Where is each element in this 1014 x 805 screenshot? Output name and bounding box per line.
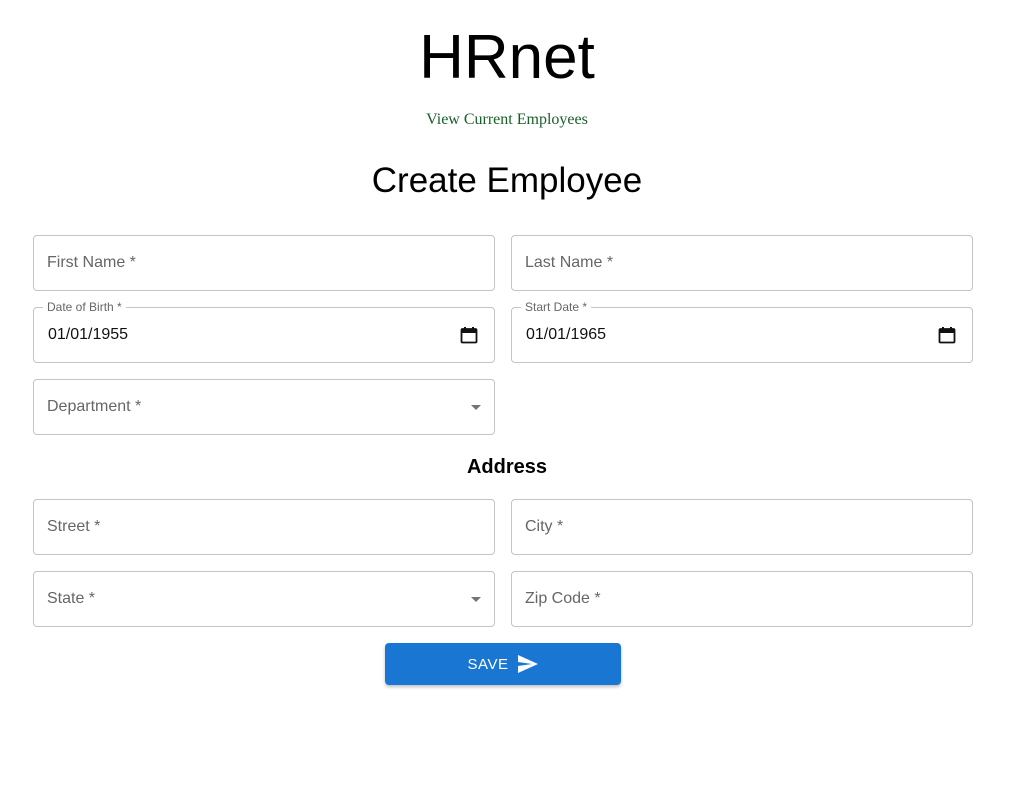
street-placeholder: Street *	[47, 518, 101, 535]
start-date-label: Start Date *	[521, 300, 592, 314]
dropdown-arrow-icon	[471, 597, 481, 602]
start-date-value: 01/01/1965	[526, 326, 607, 343]
app-title: HRnet	[419, 23, 595, 92]
view-employees-link-wrapper: View Current Employees	[0, 110, 1014, 130]
state-select[interactable]: State *	[33, 571, 495, 627]
page-title: Create Employee	[371, 161, 643, 200]
date-of-birth-value: 01/01/1955	[48, 326, 129, 343]
dropdown-arrow-icon	[471, 405, 481, 410]
address-section-title: Address	[466, 456, 548, 478]
city-placeholder: City *	[525, 518, 564, 535]
first-name-placeholder: First Name *	[47, 254, 136, 271]
first-name-field[interactable]: First Name *	[33, 235, 495, 291]
zip-code-placeholder: Zip Code *	[525, 590, 601, 607]
calendar-icon[interactable]	[938, 326, 956, 344]
date-of-birth-field[interactable]: Date of Birth * 01/01/1955	[33, 300, 495, 363]
date-of-birth-label: Date of Birth *	[43, 300, 126, 314]
view-employees-link[interactable]: View Current Employees	[426, 111, 588, 128]
city-field[interactable]: City *	[511, 499, 973, 555]
calendar-icon[interactable]	[460, 326, 478, 344]
zip-code-field[interactable]: Zip Code *	[511, 571, 973, 627]
department-placeholder: Department *	[47, 398, 142, 415]
last-name-placeholder: Last Name *	[525, 254, 614, 271]
save-button-label: SAVE	[467, 655, 509, 673]
last-name-field[interactable]: Last Name *	[511, 235, 973, 291]
start-date-field[interactable]: Start Date * 01/01/1965	[511, 300, 973, 363]
department-select[interactable]: Department *	[33, 379, 495, 435]
save-button[interactable]: SAVE	[385, 643, 621, 685]
state-placeholder: State *	[47, 590, 96, 607]
send-icon	[518, 655, 539, 673]
street-field[interactable]: Street *	[33, 499, 495, 555]
